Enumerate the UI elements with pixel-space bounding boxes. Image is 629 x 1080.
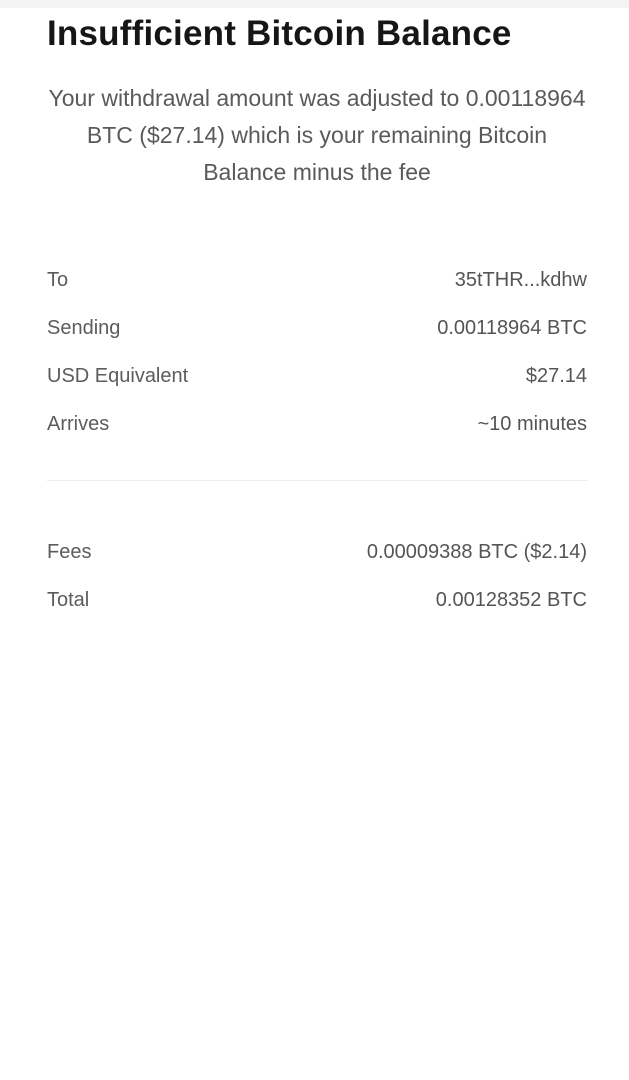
- sending-value: 0.00118964 BTC: [437, 316, 587, 339]
- total-label: Total: [47, 588, 90, 611]
- divider: [47, 480, 587, 481]
- fees-label: Fees: [47, 540, 92, 563]
- detail-row-to: To 35tTHR...kdhw: [47, 256, 587, 304]
- fee-summary: Fees 0.00009388 BTC ($2.14) Total 0.0012…: [47, 528, 587, 624]
- to-label: To: [47, 268, 69, 291]
- top-strip: [0, 0, 629, 8]
- sending-label: Sending: [47, 316, 121, 339]
- transaction-details: To 35tTHR...kdhw Sending 0.00118964 BTC …: [47, 256, 587, 448]
- summary-row-total: Total 0.00128352 BTC: [47, 576, 587, 624]
- detail-row-sending: Sending 0.00118964 BTC: [47, 304, 587, 352]
- arrives-label: Arrives: [47, 412, 110, 435]
- detail-row-arrives: Arrives ~10 minutes: [47, 400, 587, 448]
- usd-equivalent-value: $27.14: [525, 364, 587, 387]
- arrives-value: ~10 minutes: [477, 412, 587, 435]
- to-address-value: 35tTHR...kdhw: [454, 268, 587, 291]
- dialog-title: Insufficient Bitcoin Balance: [47, 14, 512, 53]
- total-value: 0.00128352 BTC: [435, 588, 587, 611]
- detail-row-usd-equivalent: USD Equivalent $27.14: [47, 352, 587, 400]
- summary-row-fees: Fees 0.00009388 BTC ($2.14): [47, 528, 587, 576]
- fees-value: 0.00009388 BTC ($2.14): [366, 540, 587, 563]
- usd-equivalent-label: USD Equivalent: [47, 364, 189, 387]
- dialog-message: Your withdrawal amount was adjusted to 0…: [48, 85, 586, 185]
